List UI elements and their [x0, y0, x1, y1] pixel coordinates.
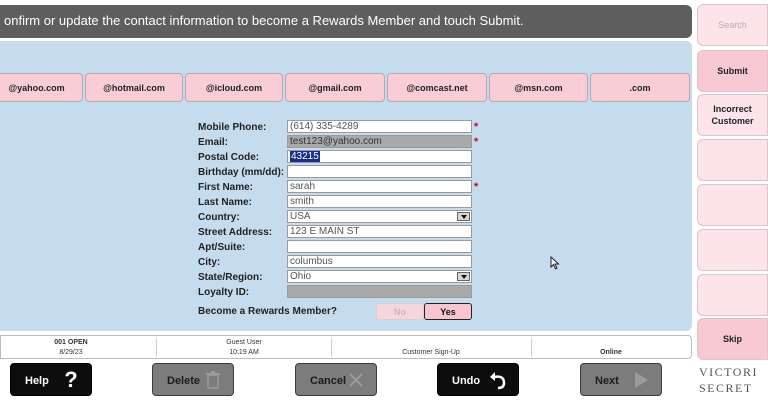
- status-user: Guest User: [226, 339, 262, 346]
- trash-icon: [201, 368, 225, 392]
- status-divider: [531, 338, 532, 357]
- skip-button[interactable]: Skip: [697, 318, 768, 360]
- mobile-phone-field[interactable]: (614) 335-4289: [287, 120, 472, 133]
- play-arrow-icon: [629, 368, 653, 392]
- domain-button-icloud[interactable]: @icloud.com: [185, 73, 283, 102]
- postal-code-label: Postal Code:: [198, 152, 260, 163]
- dropdown-arrow-icon[interactable]: [457, 272, 470, 281]
- state-region-label: State/Region:: [198, 272, 263, 283]
- incorrect-customer-button[interactable]: Incorrect Customer: [697, 94, 768, 136]
- domain-button-msn[interactable]: @msn.com: [489, 73, 588, 102]
- help-button[interactable]: Help ?: [10, 363, 92, 396]
- street-address-label: Street Address:: [198, 227, 273, 238]
- loyalty-id-label: Loyalty ID:: [198, 287, 250, 298]
- status-bar: 001 OPEN 8/29/23 Guest User 10:19 AM Cus…: [0, 335, 692, 359]
- status-divider: [156, 338, 157, 357]
- search-button[interactable]: Search: [697, 4, 768, 46]
- apt-suite-label: Apt/Suite:: [198, 242, 246, 253]
- required-marker: *: [474, 181, 479, 193]
- state-region-select[interactable]: Ohio: [287, 270, 472, 283]
- postal-code-field[interactable]: 43215: [287, 150, 472, 163]
- mouse-cursor-icon: [550, 255, 560, 273]
- instruction-text: onfirm or update the contact information…: [4, 13, 524, 28]
- last-name-label: Last Name:: [198, 197, 252, 208]
- status-screen-name: Customer Sign-Up: [402, 349, 460, 356]
- next-button[interactable]: Next: [580, 363, 662, 396]
- next-button-label: Next: [595, 375, 619, 387]
- street-address-field[interactable]: 123 E MAIN ST: [287, 225, 472, 238]
- brand-logo-line2: SECRET: [699, 381, 753, 395]
- undo-arrow-icon: [486, 368, 510, 392]
- domain-button-comcast[interactable]: @comcast.net: [387, 73, 487, 102]
- status-divider: [331, 338, 332, 357]
- empty-side-button[interactable]: [697, 139, 768, 181]
- domain-button-gmail[interactable]: @gmail.com: [285, 73, 385, 102]
- apt-suite-field[interactable]: [287, 240, 472, 253]
- email-domain-bar: @yahoo.com @hotmail.com @icloud.com @gma…: [0, 73, 692, 102]
- delete-button-label: Delete: [167, 375, 201, 387]
- brand-logo-line1: VICTORI: [699, 365, 758, 379]
- undo-button-label: Undo: [452, 375, 481, 387]
- instruction-banner: onfirm or update the contact information…: [0, 5, 692, 38]
- mobile-phone-label: Mobile Phone:: [198, 122, 267, 133]
- register-status: 001 OPEN: [54, 339, 88, 346]
- first-name-field[interactable]: sarah: [287, 180, 472, 193]
- country-value: USA: [290, 211, 311, 222]
- empty-side-button[interactable]: [697, 229, 768, 271]
- first-name-label: First Name:: [198, 182, 254, 193]
- state-region-value: Ohio: [290, 271, 312, 282]
- birthday-label: Birthday (mm/dd):: [198, 167, 285, 178]
- member-no-button[interactable]: No: [376, 303, 424, 320]
- empty-side-button[interactable]: [697, 184, 768, 226]
- question-mark-icon: ?: [64, 367, 78, 392]
- domain-button-com[interactable]: .com: [590, 73, 690, 102]
- country-label: Country:: [198, 212, 240, 223]
- last-name-field[interactable]: smith: [287, 195, 472, 208]
- birthday-field[interactable]: [287, 165, 472, 178]
- email-label: Email:: [198, 137, 229, 148]
- postal-code-value: 43215: [290, 151, 320, 162]
- city-label: City:: [198, 257, 221, 268]
- required-marker: *: [474, 136, 479, 148]
- country-select[interactable]: USA: [287, 210, 472, 223]
- rewards-member-question: Become a Rewards Member?: [198, 306, 337, 317]
- status-connection: Online: [600, 349, 622, 356]
- brand-logo: VICTORI SECRET: [699, 364, 768, 396]
- x-icon: [344, 368, 368, 392]
- cancel-button-label: Cancel: [310, 375, 347, 387]
- status-time: 10:19 AM: [229, 349, 259, 356]
- cancel-button[interactable]: Cancel: [295, 363, 377, 396]
- help-button-label: Help: [25, 375, 49, 387]
- undo-button[interactable]: Undo: [437, 363, 519, 396]
- loyalty-id-field: [287, 285, 472, 298]
- city-field[interactable]: columbus: [287, 255, 472, 268]
- status-date: 8/29/23: [59, 349, 83, 356]
- member-yes-button[interactable]: Yes: [424, 303, 472, 320]
- submit-button[interactable]: Submit: [697, 50, 768, 92]
- domain-button-yahoo[interactable]: @yahoo.com: [0, 73, 83, 102]
- empty-side-button[interactable]: [697, 274, 768, 316]
- delete-button[interactable]: Delete: [152, 363, 234, 396]
- dropdown-arrow-icon[interactable]: [457, 212, 470, 221]
- domain-button-hotmail[interactable]: @hotmail.com: [85, 73, 183, 102]
- email-field[interactable]: test123@yahoo.com: [287, 135, 472, 148]
- required-marker: *: [474, 121, 479, 133]
